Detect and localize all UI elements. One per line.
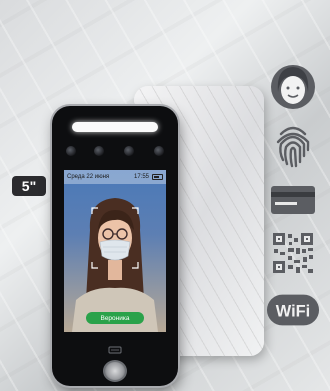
face-recognition-icon: [266, 62, 320, 114]
fingerprint-icon: [266, 120, 320, 170]
rfid-card-icon: [266, 184, 320, 220]
card-reader-icon: [108, 346, 122, 354]
recognized-person-image: [72, 198, 158, 332]
battery-icon: [152, 174, 163, 180]
fill-light-bar: [72, 122, 158, 132]
camera-lens-icon: [124, 146, 134, 156]
ir-led-icon: [66, 146, 76, 156]
wifi-label: WiFi: [276, 303, 310, 321]
terminal-screen: Среда 22 июня 17:55 Вероника: [64, 170, 166, 332]
ir-led-icon: [154, 146, 164, 156]
wifi-icon: WiFi: [266, 292, 320, 332]
recognized-name-label: Вероника: [86, 312, 144, 324]
screen-size-badge: 5": [12, 176, 46, 196]
access-terminal: Среда 22 июня 17:55 Вероника: [52, 106, 178, 386]
camera-lens-icon: [94, 146, 104, 156]
status-bar: Среда 22 июня 17:55: [64, 170, 166, 184]
status-date: Среда 22 июня: [67, 174, 110, 180]
qr-code-icon: [266, 232, 320, 276]
fingerprint-sensor: [103, 360, 127, 382]
status-time: 17:55: [133, 174, 149, 180]
